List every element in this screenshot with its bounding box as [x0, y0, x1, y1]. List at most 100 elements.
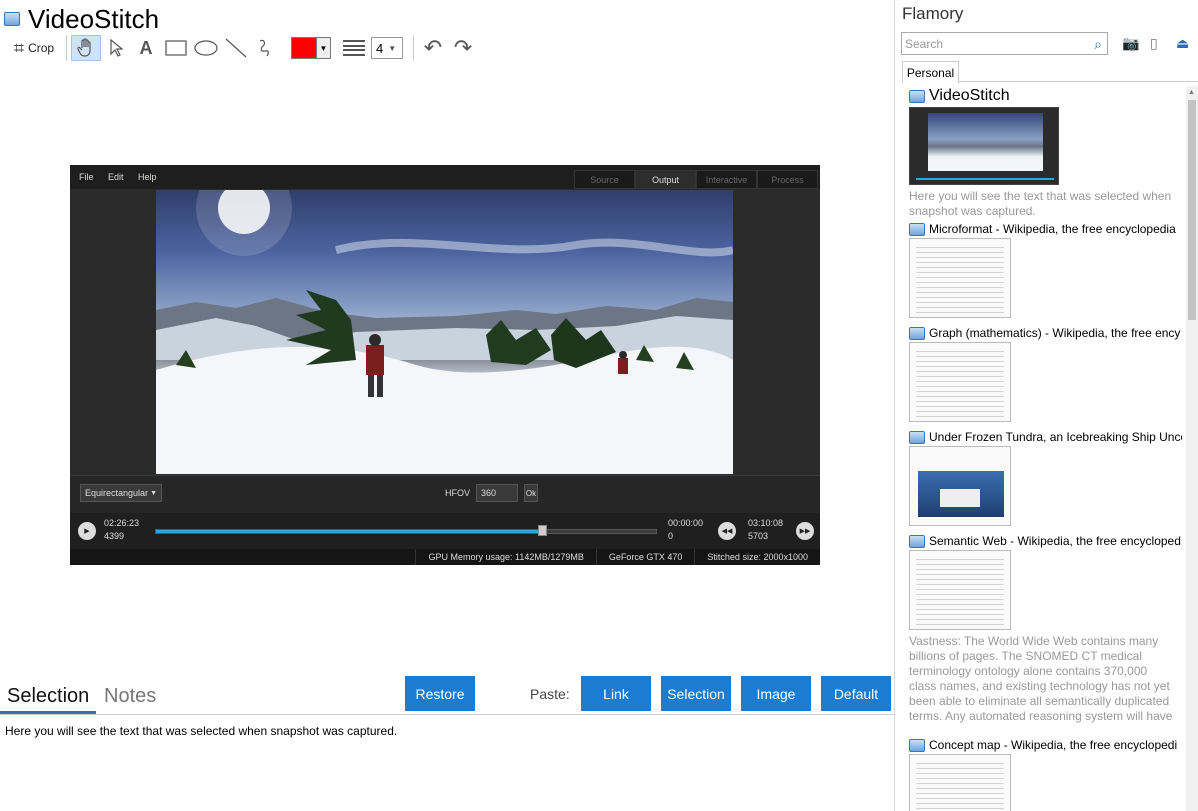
- current-time: 02:26:23 4399: [104, 517, 139, 543]
- list-item-title: Under Frozen Tundra, an Icebreaking Ship…: [929, 430, 1182, 444]
- crop-label: Crop: [28, 41, 55, 55]
- tab-divider: [958, 81, 1198, 82]
- hand-tool-button[interactable]: [71, 35, 101, 61]
- redo-icon: ↷: [453, 35, 473, 60]
- vs-menu-file: File: [79, 172, 94, 182]
- stroke-width-select[interactable]: 4 ▼: [371, 37, 403, 59]
- vs-menu-edit: Edit: [108, 172, 124, 182]
- crop-icon: ⌗: [13, 37, 25, 58]
- selection-text: Here you will see the text that was sele…: [5, 724, 398, 738]
- ellipse-tool-button[interactable]: [191, 35, 221, 61]
- list-item-header: Graph (mathematics) - Wikipedia, the fre…: [909, 326, 1182, 340]
- window-icon: [4, 12, 20, 26]
- list-item[interactable]: Concept map - Wikipedia, the free encycl…: [909, 738, 1182, 811]
- vs-menubar: File Edit Help Source Output Interactive…: [70, 165, 820, 189]
- list-item[interactable]: Semantic Web - Wikipedia, the free encyc…: [909, 534, 1182, 726]
- line-width-icon: [343, 40, 365, 56]
- list-item[interactable]: Graph (mathematics) - Wikipedia, the fre…: [909, 326, 1182, 422]
- text-tool-button[interactable]: A: [131, 35, 161, 61]
- search-icon[interactable]: ⌕: [1094, 36, 1102, 53]
- vs-tab-output: Output: [635, 170, 696, 189]
- redo-button[interactable]: ↷: [448, 35, 478, 61]
- vs-tab-source: Source: [574, 170, 635, 189]
- undo-button[interactable]: ↶: [418, 35, 448, 61]
- stroke-width-picker: 4 ▼: [343, 37, 403, 59]
- end-time: 03:10:08 5703: [748, 517, 783, 543]
- line-tool-button[interactable]: [221, 35, 251, 61]
- list-item-title: VideoStitch: [929, 87, 1010, 104]
- paste-image-button[interactable]: Image: [741, 676, 811, 711]
- vs-menu-help: Help: [138, 172, 157, 182]
- camera-icon[interactable]: 📷: [1122, 35, 1139, 52]
- text-icon: A: [139, 37, 153, 58]
- toolbar-divider: [413, 35, 414, 61]
- snapshot-title: VideoStitch: [4, 4, 159, 34]
- window-icon: [909, 738, 925, 752]
- timeline-fill: [156, 530, 541, 533]
- list-item-thumbnail: [909, 754, 1011, 811]
- list-item-header: Semantic Web - Wikipedia, the free encyc…: [909, 534, 1182, 548]
- list-item[interactable]: Under Frozen Tundra, an Icebreaking Ship…: [909, 430, 1182, 526]
- toolbar-divider: [66, 35, 67, 61]
- list-item-thumbnail: [909, 238, 1011, 318]
- flamory-panel: Flamory Search ⌕ 📷 ▯ ⏏ Personal VideoSti…: [896, 0, 1198, 811]
- captured-screenshot: File Edit Help Source Output Interactive…: [70, 165, 820, 565]
- start-time-value: 00:00:00: [668, 518, 704, 528]
- list-item-title: Graph (mathematics) - Wikipedia, the fre…: [929, 326, 1181, 340]
- list-item-thumbnail: [909, 342, 1011, 422]
- snapshot-list: VideoStitch Here you will see the text t…: [896, 86, 1182, 811]
- list-item-header: Concept map - Wikipedia, the free encycl…: [909, 738, 1182, 752]
- select-tool-button[interactable]: [101, 35, 131, 61]
- list-item-header: Microformat - Wikipedia, the free encycl…: [909, 222, 1182, 236]
- vs-status-bar: GPU Memory usage: 1142MB/1279MB GeForce …: [70, 549, 820, 565]
- tab-personal[interactable]: Personal: [902, 61, 959, 83]
- gpu-name-status: GeForce GTX 470: [595, 549, 695, 565]
- color-swatch[interactable]: [291, 37, 317, 59]
- color-picker[interactable]: ▼: [291, 37, 331, 59]
- paste-default-button[interactable]: Default: [821, 676, 891, 711]
- scrollbar-thumb[interactable]: [1188, 100, 1196, 320]
- crop-button[interactable]: ⌗ Crop: [6, 35, 62, 61]
- selected-tab-indicator: [0, 711, 96, 714]
- timeline-thumb: [537, 525, 547, 536]
- hfov-label: HFOV: [445, 488, 471, 498]
- restore-button[interactable]: Restore: [405, 676, 475, 711]
- chevron-down-icon: ▼: [388, 43, 397, 53]
- hfov-control: HFOV 360 Ok: [445, 484, 539, 502]
- list-item-thumbnail: [909, 446, 1011, 526]
- timeline-track: [155, 529, 657, 534]
- list-item-thumbnail: [909, 550, 1011, 630]
- window-icon: [909, 222, 925, 236]
- document-icon[interactable]: ▯: [1150, 35, 1158, 52]
- paste-selection-button[interactable]: Selection: [661, 676, 731, 711]
- rewind-icon: ◀◀: [718, 522, 736, 540]
- hfov-ok-button: Ok: [524, 484, 539, 502]
- hfov-field: 360: [476, 484, 519, 502]
- list-item[interactable]: VideoStitch Here you will see the text t…: [909, 87, 1182, 219]
- rectangle-tool-button[interactable]: [161, 35, 191, 61]
- ellipse-icon: [194, 40, 218, 56]
- window-icon: [909, 89, 925, 103]
- tab-selection[interactable]: Selection: [7, 685, 89, 708]
- paste-link-button[interactable]: Link: [581, 676, 651, 711]
- list-item[interactable]: Microformat - Wikipedia, the free encycl…: [909, 222, 1182, 318]
- annotation-toolbar: ⌗ Crop A ▼ 4 ▼ ↶ ↷: [6, 34, 478, 62]
- vs-timeline: ▶ 02:26:23 4399 00:00:00 0 ◀◀ 03:10:08 5…: [70, 513, 820, 549]
- chevron-down-icon[interactable]: ▼: [317, 37, 331, 59]
- list-item-header: Under Frozen Tundra, an Icebreaking Ship…: [909, 430, 1182, 444]
- scroll-up-icon[interactable]: ▲: [1188, 89, 1195, 96]
- list-item-description: Here you will see the text that was sele…: [909, 189, 1172, 218]
- collapse-icon[interactable]: ⏏: [1176, 35, 1189, 52]
- tab-notes[interactable]: Notes: [104, 685, 156, 708]
- window-icon: [909, 430, 925, 444]
- gpu-memory-status: GPU Memory usage: 1142MB/1279MB: [415, 549, 595, 565]
- freehand-tool-button[interactable]: [251, 35, 281, 61]
- play-icon: ▶: [78, 522, 96, 540]
- panel-title: Flamory: [902, 4, 964, 23]
- snapshot-title-text: VideoStitch: [28, 4, 160, 34]
- panel-scrollbar[interactable]: ▲: [1186, 86, 1198, 811]
- paste-label: Paste:: [530, 686, 570, 702]
- start-frame-value: 0: [668, 531, 674, 541]
- line-icon: [225, 38, 247, 58]
- search-input[interactable]: Search ⌕: [901, 32, 1108, 55]
